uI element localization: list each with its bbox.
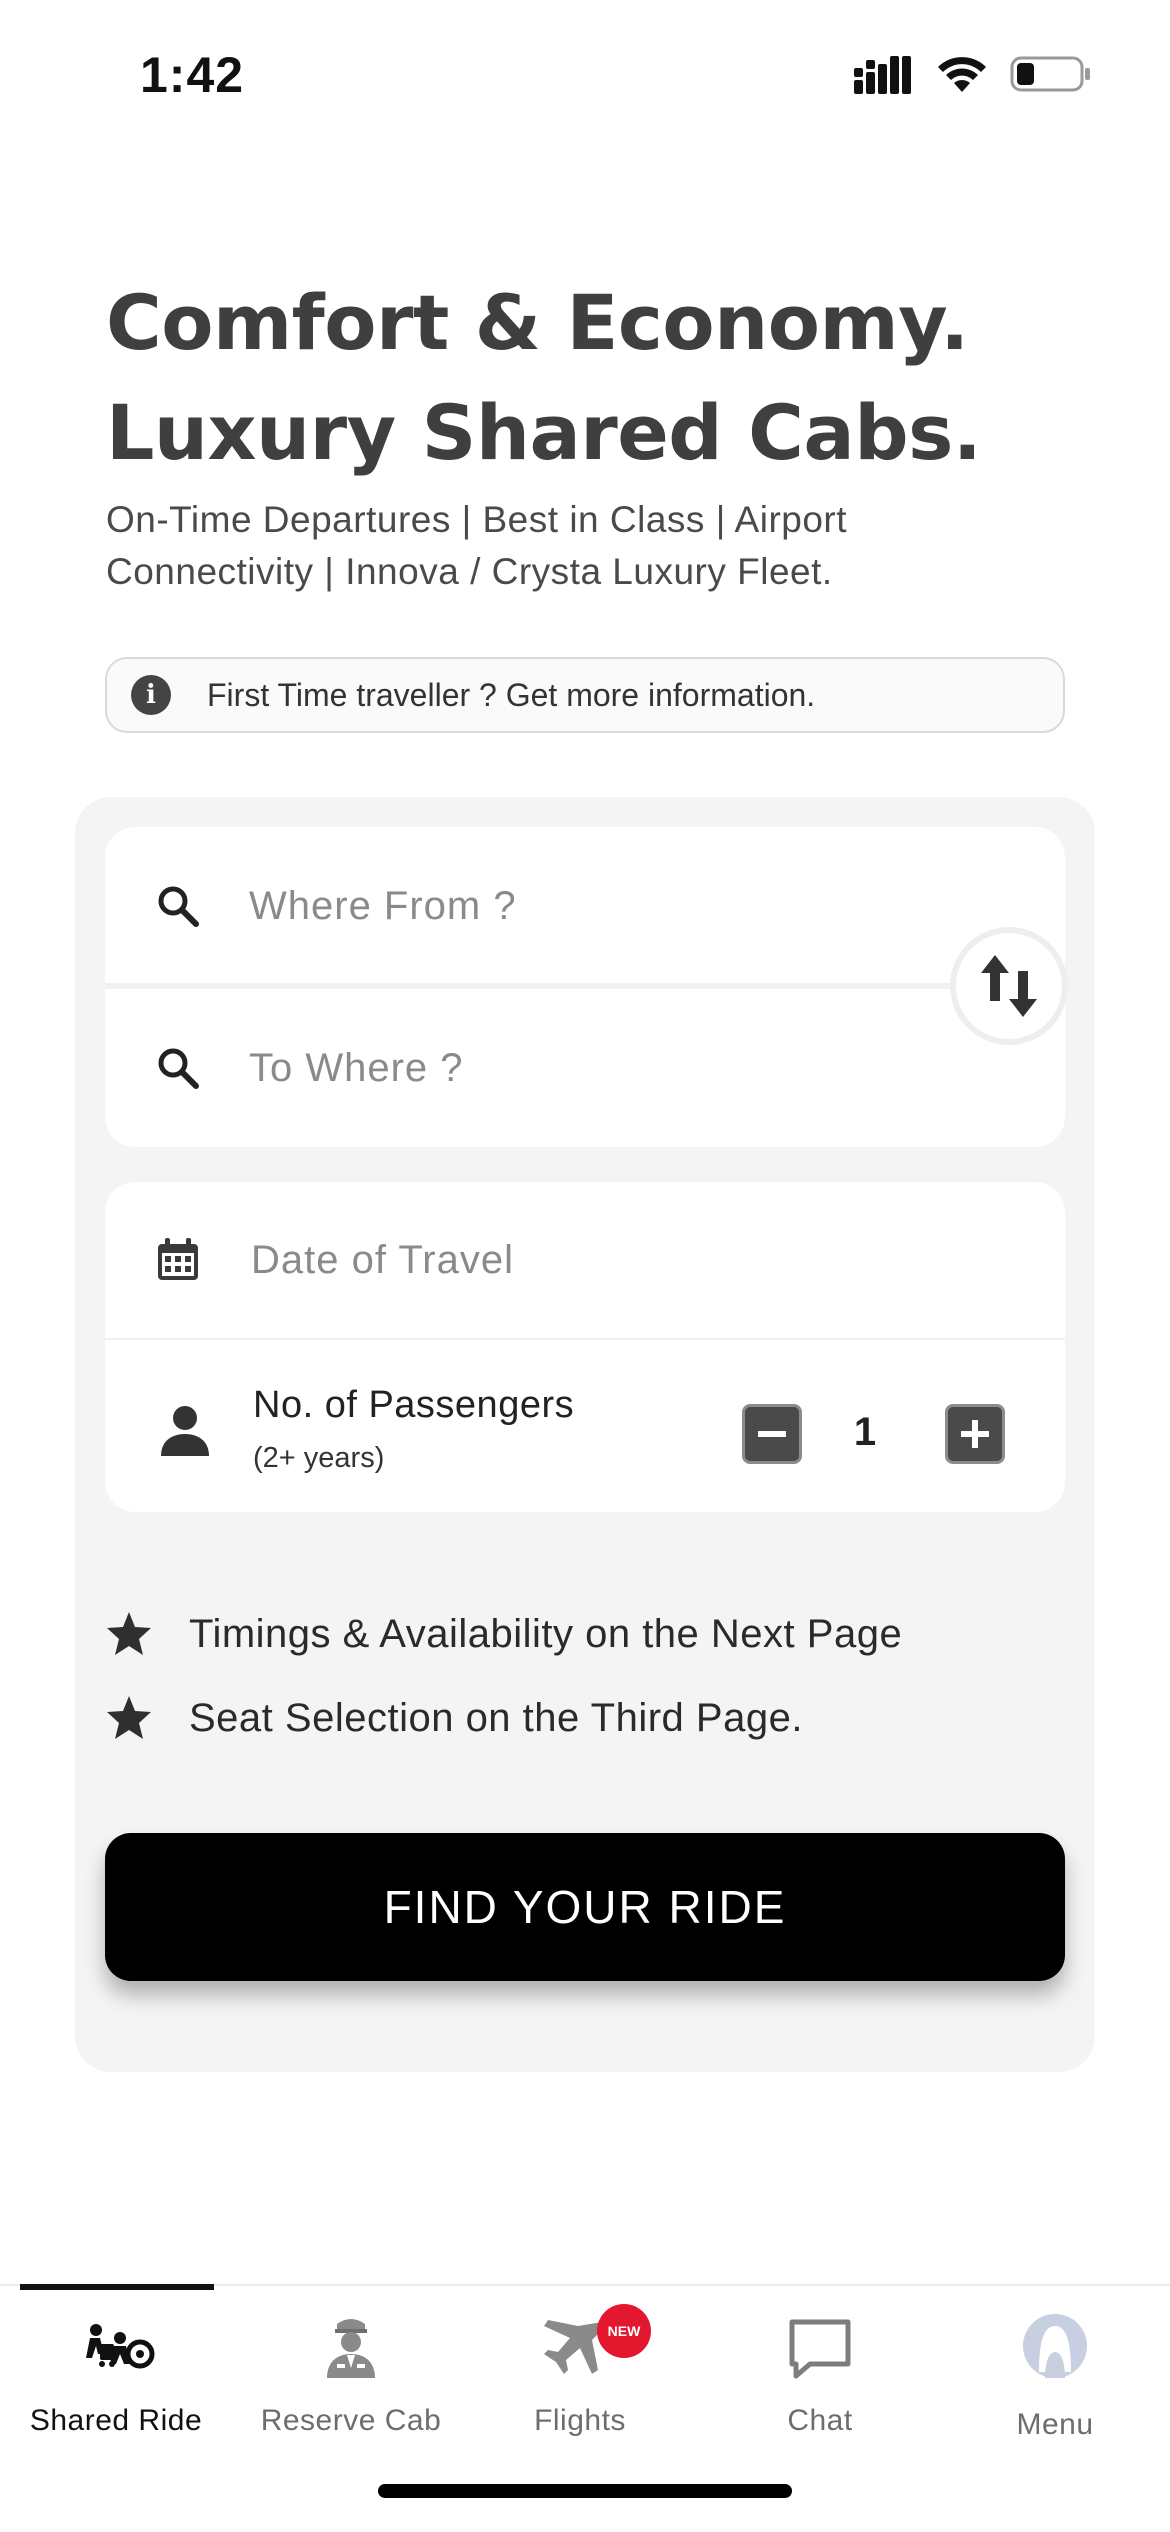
- to-row: [105, 989, 1065, 1147]
- passengers-label: No. of Passengers: [253, 1384, 575, 1426]
- find-your-ride-button[interactable]: FIND YOUR RIDE: [105, 1833, 1065, 1981]
- page-subtitle: On-Time Departures | Best in Class | Air…: [106, 499, 848, 592]
- trip-details: No. of Passengers (2+ years) 1: [105, 1182, 1065, 1512]
- date-of-travel-input[interactable]: [251, 1237, 851, 1283]
- booking-notes: Timings & Availability on the Next Page …: [105, 1592, 1065, 1760]
- tab-shared-ride[interactable]: Shared Ride: [18, 2286, 214, 2446]
- tab-label: Chat: [787, 2404, 853, 2437]
- plus-icon: [961, 1420, 989, 1448]
- swap-arrows-icon: [981, 955, 1037, 1017]
- title-line-2: Luxury Shared Cabs.: [106, 388, 982, 477]
- passengers-sublabel: (2+ years): [253, 1442, 385, 1474]
- tab-chat[interactable]: Chat: [745, 2286, 895, 2446]
- cellular-signal-icon: [854, 56, 911, 94]
- star-icon: [107, 1612, 151, 1655]
- info-icon: i: [131, 675, 171, 715]
- person-icon: [161, 1406, 209, 1456]
- note-item: Seat Selection on the Third Page.: [105, 1676, 1065, 1760]
- calendar-icon: [158, 1238, 198, 1280]
- page-title: Comfort & Economy. Luxury Shared Cabs.: [106, 268, 1066, 488]
- wifi-icon: [938, 57, 986, 92]
- first-time-info-banner[interactable]: i First Time traveller ? Get more inform…: [105, 657, 1065, 733]
- search-icon: [158, 1048, 199, 1089]
- note-item: Timings & Availability on the Next Page: [105, 1592, 1065, 1676]
- route-inputs: [105, 827, 1068, 1147]
- tab-label: Shared Ride: [29, 2404, 203, 2437]
- chat-bubble-icon: [789, 2319, 851, 2379]
- shared-ride-icon: [86, 2324, 155, 2369]
- star-icon: [107, 1696, 151, 1739]
- status-time: 1:42: [140, 47, 245, 103]
- new-badge: NEW: [597, 2304, 651, 2358]
- title-line-1: Comfort & Economy.: [106, 278, 969, 367]
- where-from-input[interactable]: [249, 883, 869, 929]
- passenger-count: 1: [853, 1410, 877, 1454]
- home-indicator: [378, 2484, 792, 2498]
- swap-locations-button[interactable]: [950, 927, 1068, 1045]
- booking-card: No. of Passengers (2+ years) 1 Timings &…: [75, 797, 1095, 2072]
- from-row: [105, 827, 1065, 985]
- tab-flights[interactable]: NEW Flights: [505, 2286, 655, 2446]
- info-banner-text: First Time traveller ? Get more informat…: [207, 676, 816, 713]
- increase-passengers-button[interactable]: [945, 1404, 1005, 1464]
- tab-label: Flights: [534, 2404, 626, 2437]
- decrease-passengers-button[interactable]: [742, 1404, 802, 1464]
- status-bar: 1:42: [0, 0, 1170, 150]
- search-icon: [158, 886, 199, 927]
- note-text: Timings & Availability on the Next Page: [189, 1611, 903, 1656]
- passengers-row: No. of Passengers (2+ years) 1: [105, 1342, 1065, 1512]
- date-row: [105, 1182, 1065, 1340]
- avatar-icon: [1023, 2314, 1087, 2378]
- tab-label: Menu: [1016, 2408, 1094, 2441]
- note-text: Seat Selection on the Third Page.: [189, 1695, 803, 1740]
- to-where-input[interactable]: [249, 1045, 869, 1091]
- minus-icon: [758, 1431, 786, 1437]
- battery-icon: [1010, 56, 1090, 92]
- tab-label: Reserve Cab: [260, 2404, 442, 2437]
- status-icons: [854, 54, 1092, 94]
- tab-reserve-cab[interactable]: Reserve Cab: [248, 2286, 454, 2446]
- driver-icon: [327, 2319, 375, 2378]
- tab-menu[interactable]: Menu: [980, 2286, 1130, 2446]
